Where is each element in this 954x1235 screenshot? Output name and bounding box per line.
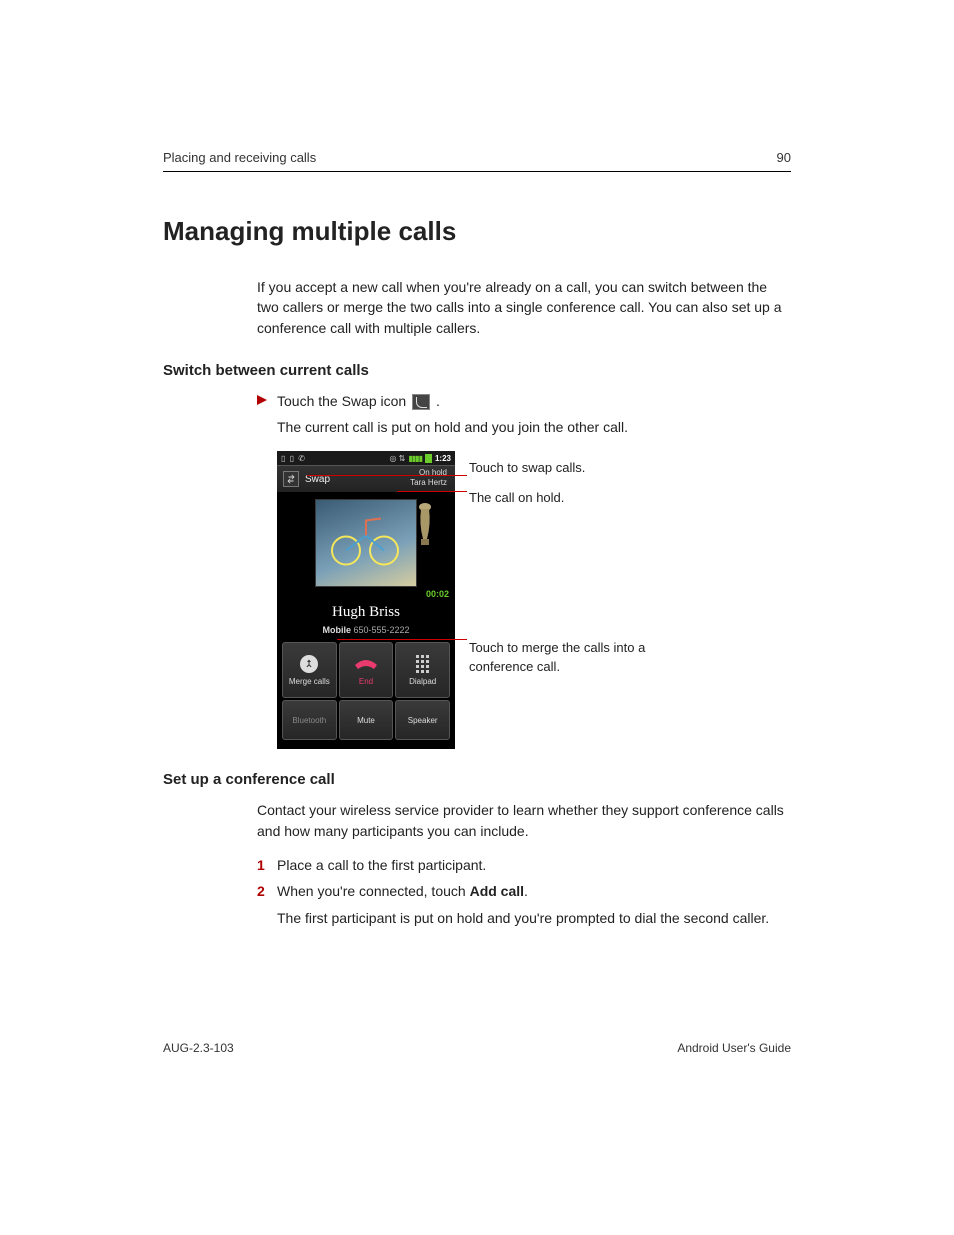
caller-number: Mobile 650-555-2222	[277, 625, 455, 635]
section-name: Placing and receiving calls	[163, 150, 316, 165]
conference-step-2: 2 When you're connected, touch Add call.	[257, 881, 791, 901]
page-number: 90	[777, 150, 791, 165]
bullet-icon	[257, 391, 277, 411]
merge-calls-button[interactable]: Merge calls	[282, 642, 337, 698]
heading-conference: Set up a conference call	[163, 771, 791, 788]
callout-merge: Touch to merge the calls into a conferen…	[469, 639, 689, 675]
page-title: Managing multiple calls	[163, 216, 791, 247]
end-call-icon	[353, 654, 379, 674]
running-header: Placing and receiving calls 90	[163, 150, 791, 172]
intro-paragraph: If you accept a new call when you're alr…	[257, 277, 791, 338]
dialpad-icon	[416, 655, 429, 673]
bluetooth-button[interactable]: Bluetooth	[282, 700, 337, 740]
swap-button[interactable]: Swap	[277, 471, 330, 487]
heading-switch: Switch between current calls	[163, 362, 791, 379]
speaker-button[interactable]: Speaker	[395, 700, 450, 740]
swap-icon	[283, 471, 299, 487]
status-bar: ▯ ▯ ✆ ◎ ⇅ ▮▮▮▮ 1:23	[277, 451, 455, 465]
page-footer: AUG-2.3-103 Android User's Guide	[163, 1041, 791, 1055]
battery-icon	[425, 454, 432, 463]
swap-row: Swap On hold Tara Hertz	[277, 465, 455, 493]
step-note: The current call is put on hold and you …	[277, 417, 791, 437]
vase-decoration	[415, 499, 435, 549]
status-time: 1:23	[435, 454, 451, 463]
signal-icon: ▮▮▮▮	[408, 454, 422, 463]
call-timer: 00:02	[426, 589, 449, 599]
footer-doc-title: Android User's Guide	[677, 1041, 791, 1055]
phone-figure: ▯ ▯ ✆ ◎ ⇅ ▮▮▮▮ 1:23 Swap	[277, 451, 791, 749]
on-hold-info: On hold Tara Hertz	[410, 468, 447, 488]
phone-screenshot: ▯ ▯ ✆ ◎ ⇅ ▮▮▮▮ 1:23 Swap	[277, 451, 455, 749]
dialpad-button[interactable]: Dialpad	[395, 642, 450, 698]
conference-note: The first participant is put on hold and…	[277, 908, 791, 928]
swap-icon	[412, 394, 430, 410]
contact-photo	[315, 499, 417, 587]
merge-icon	[300, 655, 318, 673]
footer-doc-id: AUG-2.3-103	[163, 1041, 234, 1055]
step-touch-swap: Touch the Swap icon .	[257, 391, 791, 411]
callout-hold: The call on hold.	[469, 489, 564, 507]
conference-step-1: 1 Place a call to the first participant.	[257, 855, 791, 875]
caller-name: Hugh Briss	[277, 604, 455, 621]
callout-swap: Touch to swap calls.	[469, 459, 585, 477]
end-call-button[interactable]: End	[339, 642, 394, 698]
conference-intro: Contact your wireless service provider t…	[257, 800, 791, 841]
mute-button[interactable]: Mute	[339, 700, 394, 740]
